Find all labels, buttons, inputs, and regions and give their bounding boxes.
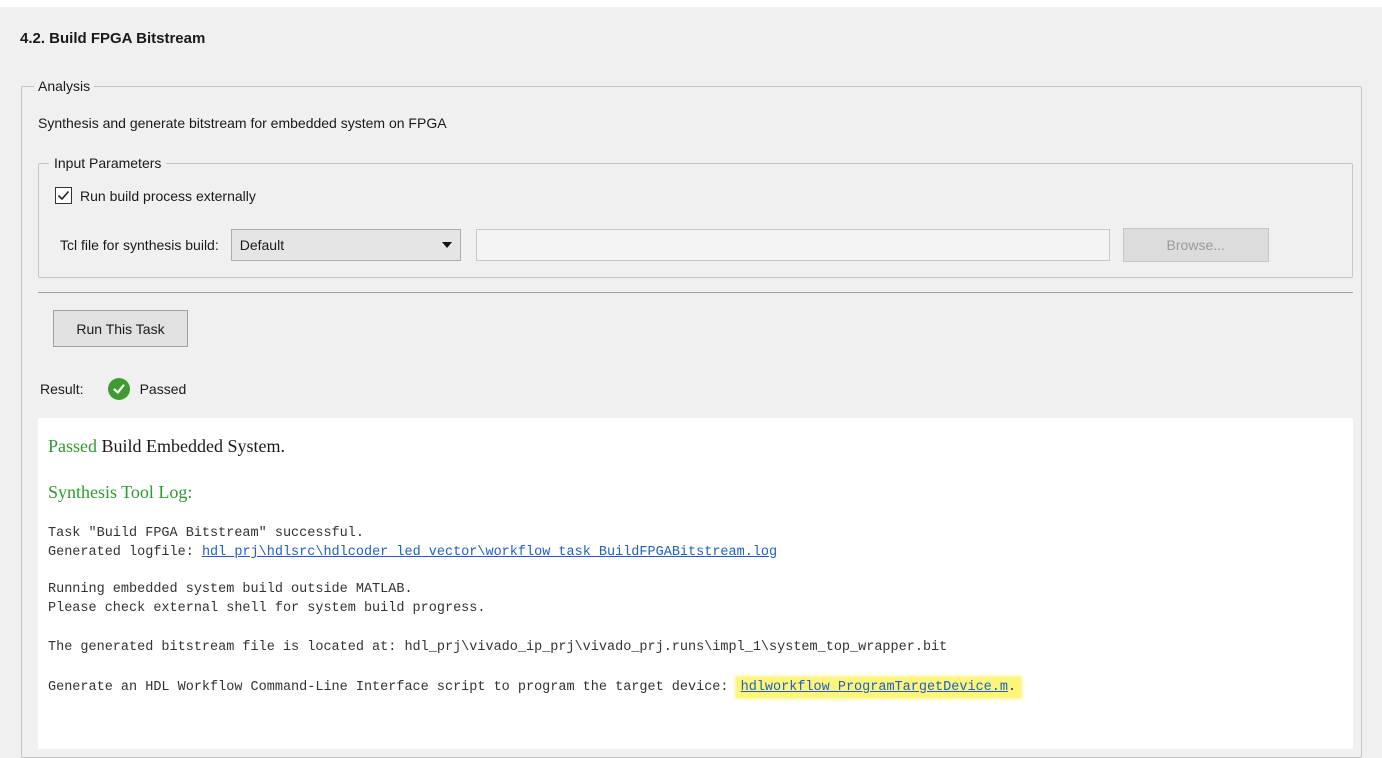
log-heading: Passed Build Embedded System.	[48, 436, 285, 457]
result-status: Passed	[139, 381, 187, 397]
analysis-legend: Analysis	[38, 78, 91, 94]
tcl-file-row: Tcl file for synthesis build: Default Br…	[60, 228, 1340, 262]
log-line-generate-script-prefix: Generate an HDL Workflow Command-Line In…	[48, 680, 737, 695]
logfile-link[interactable]: hdl_prj\hdlsrc\hdlcoder_led_vector\workf…	[202, 545, 777, 560]
run-externally-checkbox[interactable]	[55, 187, 72, 204]
log-line-bitstream-location: The generated bitstream file is located …	[48, 640, 948, 655]
run-externally-label: Run build process externally	[80, 187, 256, 204]
passed-check-icon	[107, 378, 130, 400]
task-title: 4.2. Build FPGA Bitstream	[20, 30, 206, 47]
synthesis-log-heading: Synthesis Tool Log:	[48, 482, 193, 502]
log-line-running-external: Running embedded system build outside MA…	[48, 582, 413, 597]
log-line-generate-script-suffix: .	[1007, 680, 1017, 695]
checkmark-icon	[57, 190, 70, 201]
tcl-file-select[interactable]: Default	[230, 229, 461, 261]
run-this-task-button[interactable]: Run This Task	[53, 310, 188, 347]
dropdown-arrow-icon	[441, 242, 452, 248]
script-link-highlight: hdlworkflow_ProgramTargetDevice.m.	[736, 678, 1021, 697]
result-label: Result:	[40, 381, 84, 397]
section-divider	[38, 292, 1353, 293]
input-parameters-legend: Input Parameters	[54, 155, 162, 171]
program-target-device-script-link[interactable]: hdlworkflow_ProgramTargetDevice.m	[741, 680, 1008, 695]
log-line-generate-script: Generate an HDL Workflow Command-Line In…	[48, 678, 1021, 697]
result-log-panel: Passed Build Embedded System. Synthesis …	[38, 418, 1353, 749]
log-line-logfile-prefix: Generated logfile:	[48, 545, 202, 560]
log-heading-status: Passed	[48, 436, 97, 456]
browse-button[interactable]: Browse...	[1122, 228, 1269, 262]
top-strip	[0, 0, 1382, 7]
tcl-file-select-value: Default	[239, 237, 285, 253]
log-heading-text: Build Embedded System.	[97, 436, 286, 456]
log-line-check-shell: Please check external shell for system b…	[48, 601, 486, 616]
result-row: Result: Passed	[40, 378, 186, 400]
analysis-description: Synthesis and generate bitstream for emb…	[38, 115, 447, 131]
run-externally-row: Run build process externally	[55, 187, 256, 204]
tcl-file-path-input[interactable]	[475, 229, 1110, 261]
tcl-file-label: Tcl file for synthesis build:	[60, 237, 219, 253]
log-line-task-success: Task "Build FPGA Bitstream" successful.	[48, 526, 364, 541]
log-line-logfile: Generated logfile: hdl_prj\hdlsrc\hdlcod…	[48, 545, 777, 560]
